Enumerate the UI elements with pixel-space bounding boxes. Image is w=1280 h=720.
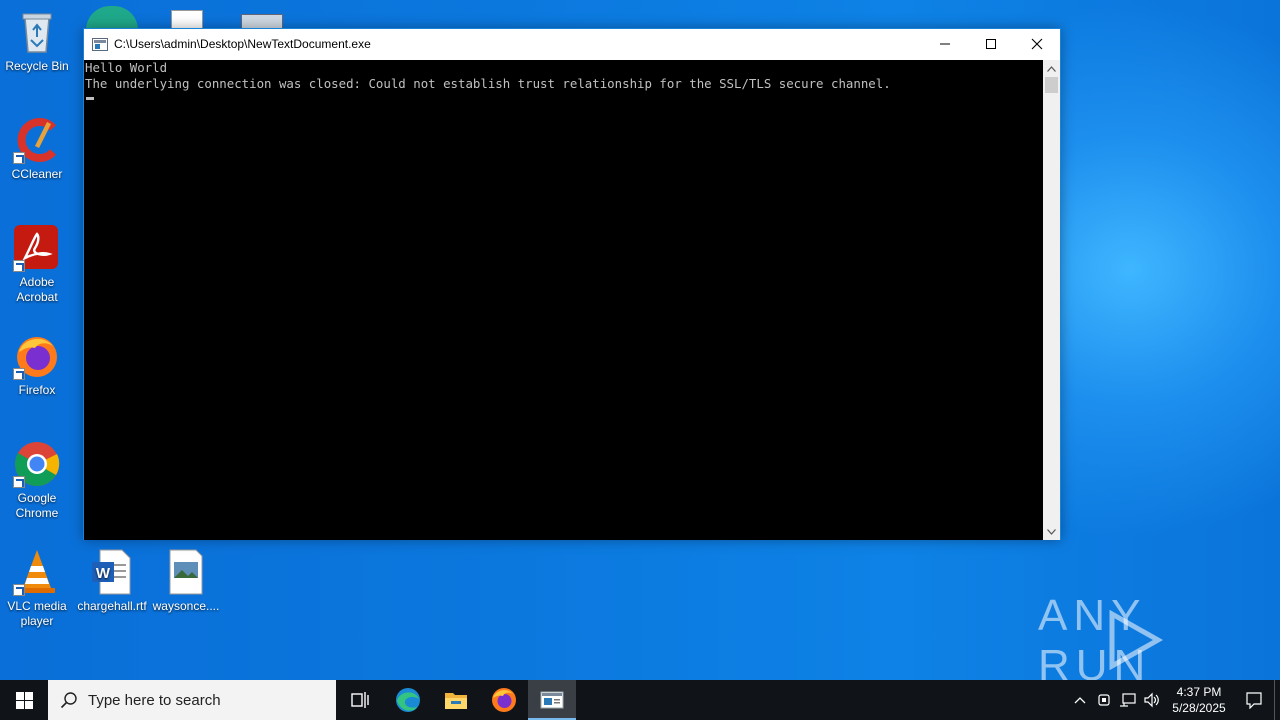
network-button[interactable] [1116,680,1140,720]
clock-date: 5/28/2025 [1172,701,1226,715]
console-line: Hello World [85,60,168,75]
desktop-icon-label: VLC media player [7,599,67,628]
taskbar-firefox-button[interactable] [480,680,528,720]
close-icon [1031,38,1043,50]
console-app-icon [540,691,564,709]
search-icon [60,692,77,709]
speaker-icon [1144,692,1159,708]
desktop-icon-recycle-bin[interactable]: Recycle Bin [0,8,74,74]
desktop-icon-google-chrome[interactable]: Google Chrome [0,440,74,521]
anyrun-watermark: ANY RUN [1038,591,1238,690]
desktop-icon-ccleaner[interactable]: CCleaner [0,116,74,182]
document-partial-icon [171,10,203,30]
notification-icon [1246,692,1262,709]
chevron-up-icon [1047,65,1056,72]
firefox-icon [13,332,61,380]
system-tray: 4:37 PM 5/28/2025 [1068,680,1280,720]
shortcut-arrow-icon [13,260,25,272]
chevron-down-icon [1047,528,1056,535]
adobe-acrobat-icon [13,224,61,272]
taskbar-clock[interactable]: 4:37 PM 5/28/2025 [1164,684,1234,716]
console-output[interactable]: Hello World The underlying connection was… [84,60,1044,540]
show-desktop-button[interactable] [1274,680,1280,720]
minimize-button[interactable] [922,29,968,59]
maximize-button[interactable] [968,29,1014,59]
desktop-icon-chargehall-rtf[interactable]: W chargehall.rtf [75,548,149,614]
tray-app-button[interactable] [1092,680,1116,720]
taskbar-edge-button[interactable] [384,680,432,720]
scroll-up-button[interactable] [1043,60,1060,77]
console-window[interactable]: C:\Users\admin\Desktop\NewTextDocument.e… [83,28,1061,540]
svg-text:W: W [96,565,111,582]
desktop-icon-label: Adobe Acrobat [16,275,58,304]
taskbar-console-button[interactable] [528,680,576,720]
start-button[interactable] [0,680,48,720]
folder-icon [445,693,467,709]
console-line: The underlying connection was closed: Co… [85,76,891,91]
firefox-icon [492,688,516,712]
show-hidden-icons-button[interactable] [1068,680,1092,720]
play-logo-icon [1109,610,1164,670]
console-app-icon [92,37,108,51]
desktop-icon-label: CCleaner [11,167,63,181]
image-file-icon [162,548,210,596]
desktop-icon-firefox[interactable]: Firefox [0,332,74,398]
word-document-icon: W [88,548,136,596]
desktop-icon-label: chargehall.rtf [77,599,147,613]
scroll-down-button[interactable] [1043,523,1060,540]
text-cursor [86,97,94,100]
shortcut-arrow-icon [13,584,25,596]
device-icon [1098,694,1110,706]
shortcut-arrow-icon [13,476,25,488]
desktop-icon-label: waysonce.... [152,599,220,613]
search-placeholder: Type here to search [88,691,221,709]
desktop-icon-adobe-acrobat[interactable]: Adobe Acrobat [0,224,74,305]
desktop-icon-label: Google Chrome [15,491,59,520]
vlc-cone-icon [13,548,61,596]
edge-partial-icon [86,6,138,30]
ccleaner-icon [13,116,61,164]
windows-logo-icon [15,691,33,709]
close-button[interactable] [1014,29,1060,59]
google-chrome-icon [13,440,61,488]
task-view-button[interactable] [336,680,384,720]
desktop-icon-waysonce[interactable]: waysonce.... [149,548,223,614]
desktop-icon-vlc[interactable]: VLC media player [0,548,74,629]
action-center-button[interactable] [1234,680,1274,720]
taskbar-file-explorer-button[interactable] [432,680,480,720]
maximize-icon [986,39,996,49]
task-view-icon [351,692,369,708]
recycle-bin-icon [13,8,61,56]
taskbar: Type here to search 4:37 PM 5/28/2025 [0,680,1280,720]
taskbar-search-box[interactable]: Type here to search [48,680,336,720]
title-bar[interactable]: C:\Users\admin\Desktop\NewTextDocument.e… [84,29,1060,59]
desktop-icon-label: Firefox [18,383,56,397]
volume-button[interactable] [1140,680,1164,720]
minimize-icon [940,43,950,45]
clock-time: 4:37 PM [1176,685,1222,699]
shortcut-arrow-icon [13,368,25,380]
desktop-icon-label: Recycle Bin [5,59,69,73]
scroll-thumb[interactable] [1045,77,1058,93]
chevron-up-icon [1074,697,1086,704]
network-icon [1120,693,1136,707]
vertical-scrollbar[interactable] [1043,60,1060,540]
window-title: C:\Users\admin\Desktop\NewTextDocument.e… [114,37,371,51]
edge-browser-icon [396,688,420,712]
shortcut-arrow-icon [13,152,25,164]
